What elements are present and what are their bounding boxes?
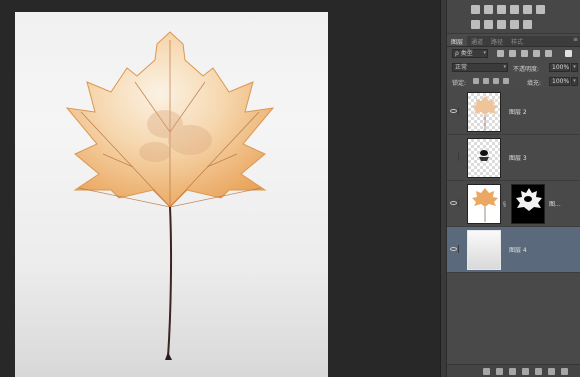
shape-filter-icon[interactable] (533, 50, 540, 57)
visibility-eye-icon[interactable] (450, 107, 459, 115)
threshold-icon[interactable] (497, 20, 506, 29)
layer-row[interactable]: 图层 2 (447, 89, 580, 135)
link-icon[interactable] (483, 368, 490, 375)
adjustment-filter-icon[interactable] (509, 50, 516, 57)
filter-toggle-icon[interactable] (565, 50, 572, 57)
tab-paths[interactable]: 路径 (487, 36, 507, 46)
mask-link-icon[interactable]: § (503, 201, 506, 208)
layer-name[interactable]: 图层 3 (509, 153, 527, 162)
lock-brush-icon[interactable] (483, 78, 489, 84)
fx-icon[interactable] (496, 368, 503, 375)
tab-layers[interactable]: 图层 (447, 36, 468, 46)
layer-row[interactable]: 图层 3 (447, 135, 580, 181)
lock-move-icon[interactable] (493, 78, 499, 84)
layers-list: 图层 2 图层 3 § 图... 图层 4 (447, 89, 580, 364)
recycle-icon[interactable] (523, 5, 532, 14)
visibility-eye-icon[interactable] (450, 245, 459, 253)
adjustment-icon[interactable] (522, 368, 529, 375)
folder-icon[interactable] (535, 368, 542, 375)
filter-kind-dropdown[interactable]: ρ 类型 ▾ (452, 49, 488, 58)
panel-tabs: 图层 通道 路径 样式 ≡ (447, 36, 580, 47)
chevron-down-icon: ▾ (483, 50, 486, 56)
layer-name[interactable]: 图层 4 (509, 245, 527, 254)
blend-opacity-row: 正常 ▾ 不透明度: 100% ▾ (447, 61, 580, 74)
layer-thumbnail (467, 138, 501, 178)
balance-icon[interactable] (484, 5, 493, 14)
lock-all-icon[interactable] (503, 78, 509, 84)
opacity-slider-arrow[interactable]: ▾ (571, 63, 578, 72)
mask-icon[interactable] (509, 368, 516, 375)
pixel-filter-icon[interactable] (497, 50, 504, 57)
layer-thumbnail (467, 184, 501, 224)
fill-label: 填充: (527, 80, 542, 87)
document-workspace (0, 0, 440, 377)
trash-icon[interactable] (561, 368, 568, 375)
tab-styles[interactable]: 样式 (507, 36, 527, 46)
gradient-map-icon[interactable] (510, 20, 519, 29)
lock-transparent-icon[interactable] (473, 78, 479, 84)
layer-thumbnail (467, 230, 501, 270)
menu-lines-icon[interactable]: ≡ (573, 36, 578, 46)
visibility-eye-icon[interactable] (450, 153, 459, 161)
new-layer-icon[interactable] (548, 368, 555, 375)
posterize-icon[interactable] (484, 20, 493, 29)
tab-channels[interactable]: 通道 (467, 36, 487, 46)
brightness-icon[interactable] (471, 5, 480, 14)
document-canvas[interactable] (15, 12, 328, 377)
type-filter-icon[interactable] (521, 50, 528, 57)
adjustments-mini-toolbar (447, 0, 580, 34)
invert-icon[interactable] (471, 20, 480, 29)
fill-field[interactable]: 100% (549, 77, 570, 86)
lock-fill-row: 锁定: 填充: 100% ▾ (447, 75, 580, 88)
chevron-down-icon: ▾ (503, 64, 506, 70)
maple-leaf-image (65, 31, 275, 360)
filter-kind-label: ρ 类型 (455, 50, 473, 57)
layer-row-selected[interactable]: 图层 4 (447, 227, 580, 273)
layers-panel-dock: 图层 通道 路径 样式 ≡ ρ 类型 ▾ 正常 ▾ 不透明度: 100% ▾ 锁… (446, 0, 580, 377)
layer-filter-row: ρ 类型 ▾ (447, 47, 580, 60)
levels-icon[interactable] (497, 5, 506, 14)
grid-icon[interactable] (536, 5, 545, 14)
visibility-eye-icon[interactable] (450, 199, 459, 207)
opacity-field[interactable]: 100% (549, 63, 570, 72)
selective-color-icon[interactable] (523, 20, 532, 29)
opacity-label: 不透明度: (513, 66, 540, 73)
layer-row[interactable]: § 图... (447, 181, 580, 227)
lock-label: 锁定: (452, 80, 467, 87)
channel-mixer-icon[interactable] (510, 5, 519, 14)
smart-object-filter-icon[interactable] (545, 50, 552, 57)
blend-mode-value: 正常 (455, 64, 468, 71)
layers-bottom-toolbar (447, 364, 580, 377)
layer-thumbnail (467, 92, 501, 132)
layer-name[interactable]: 图... (549, 199, 561, 208)
blend-mode-dropdown[interactable]: 正常 ▾ (452, 63, 508, 72)
fill-slider-arrow[interactable]: ▾ (571, 77, 578, 86)
layer-name[interactable]: 图层 2 (509, 107, 527, 116)
layer-mask-thumbnail[interactable] (511, 184, 545, 224)
